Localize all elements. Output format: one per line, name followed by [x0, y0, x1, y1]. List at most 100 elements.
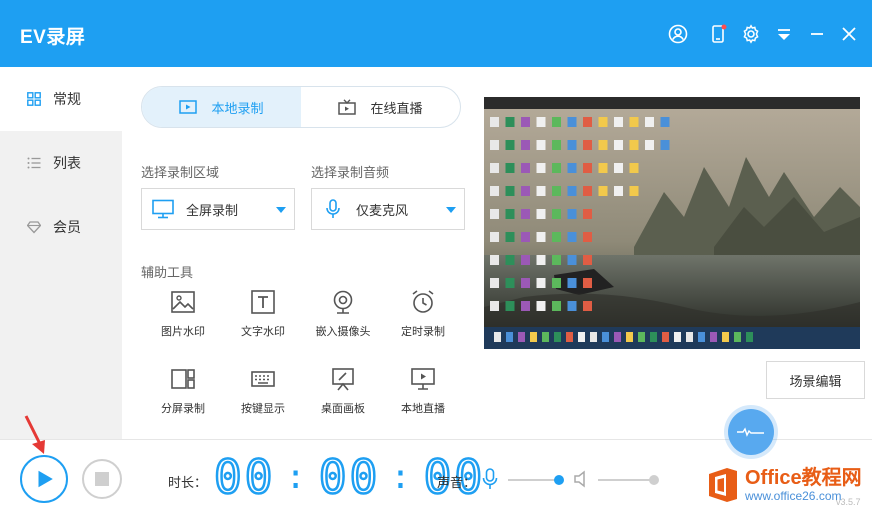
tool-label: 定时录制: [401, 326, 445, 338]
diamond-icon: [27, 221, 41, 234]
desktop-icon-thumb: [583, 255, 592, 265]
watermark-title: Office教程网: [745, 467, 862, 489]
office-logo-icon: [707, 467, 739, 503]
sidebar-item-list[interactable]: 列表: [0, 131, 122, 195]
sidebar-item-label: 常规: [53, 91, 81, 107]
desktop-icon-thumb: [567, 278, 577, 288]
desktop-icon-thumb: [536, 255, 546, 265]
desktop-icon-thumb: [505, 278, 515, 288]
scene-edit-button[interactable]: 场景编辑: [766, 361, 865, 399]
desktop-icon-thumb: [490, 209, 499, 219]
timer-minutes: 00: [318, 450, 381, 504]
close-icon[interactable]: [837, 22, 861, 46]
sidebar-item-label: 列表: [53, 155, 81, 171]
desktop-icon-thumb: [490, 278, 499, 288]
version-label: v3.5.7: [836, 497, 861, 507]
sidebar-item-general[interactable]: 常规: [0, 67, 122, 131]
record-audio-select[interactable]: 仅麦克风: [311, 188, 465, 230]
desktop-icon-thumb: [583, 278, 592, 288]
desktop-icon-thumb: [536, 301, 546, 311]
minimize-icon[interactable]: [805, 22, 829, 46]
timer-separator: :: [285, 457, 309, 497]
taskbar-icon-thumb: [578, 332, 585, 342]
tool-embed-webcam[interactable]: 嵌入摄像头: [303, 289, 383, 345]
desktop-icon-thumb: [567, 209, 577, 219]
play-icon: [38, 470, 53, 488]
keyboard-icon: [251, 371, 275, 387]
floating-ball-button[interactable]: [728, 409, 774, 455]
chevron-down-icon: [276, 207, 286, 213]
speaker-volume-knob[interactable]: [649, 475, 659, 485]
taskbar-icon-thumb: [566, 332, 573, 342]
red-arrow-annotation-icon: [24, 415, 45, 454]
desktop-icon-thumb: [552, 117, 561, 127]
tool-label: 图片水印: [161, 326, 205, 338]
desktop-icon-thumb: [505, 232, 515, 242]
desktop-icon-thumb: [598, 117, 608, 127]
microphone-icon[interactable]: [481, 468, 499, 490]
record-screen-icon: [179, 100, 198, 114]
user-account-icon[interactable]: [666, 22, 690, 46]
sidebar-item-vip[interactable]: 会员: [0, 195, 122, 259]
record-area-select[interactable]: 全屏录制: [141, 188, 295, 230]
mic-volume-slider[interactable]: [508, 475, 565, 485]
text-icon: [251, 290, 275, 314]
desktop-icon-thumb: [583, 209, 592, 219]
desktop-icon-thumb: [521, 232, 530, 242]
taskbar-icon-thumb: [686, 332, 693, 342]
timer-hours: 00: [213, 450, 276, 504]
webcam-icon: [333, 290, 353, 314]
desktop-icon-thumb: [536, 163, 546, 173]
desktop-icon-thumb: [505, 140, 515, 150]
timer-separator: :: [390, 457, 414, 497]
taskbar-icon-thumb: [530, 332, 537, 342]
settings-gear-icon[interactable]: [739, 22, 763, 46]
desktop-icon-thumb: [505, 163, 515, 173]
sidebar-item-label: 会员: [53, 219, 81, 235]
taskbar-icon-thumb: [722, 332, 729, 342]
desktop-icon-thumb: [552, 209, 561, 219]
start-record-button[interactable]: [20, 455, 68, 503]
tool-desktop-drawing-board[interactable]: 桌面画板: [303, 366, 383, 422]
desktop-icon-thumb: [490, 255, 499, 265]
speaker-volume-slider[interactable]: [598, 475, 659, 485]
record-audio-label: 选择录制音频: [311, 165, 390, 180]
tool-key-display[interactable]: 按键显示: [223, 366, 303, 422]
desktop-icon-thumb: [490, 163, 499, 173]
speaker-icon[interactable]: [573, 470, 591, 488]
taskbar-icon-thumb: [590, 332, 597, 342]
list-icon: [27, 157, 41, 169]
desktop-icon-thumb: [521, 278, 530, 288]
taskbar-icon-thumb: [710, 332, 717, 342]
tool-local-live[interactable]: 本地直播: [383, 366, 463, 422]
tool-image-watermark[interactable]: 图片水印: [143, 289, 223, 345]
desktop-icon-thumb: [490, 301, 499, 311]
title-bar: EV录屏: [0, 0, 872, 67]
taskbar-icon-thumb: [638, 332, 645, 342]
tab-label: 本地录制: [211, 100, 264, 116]
tool-label: 桌面画板: [321, 403, 365, 415]
stop-icon: [95, 472, 109, 486]
taskbar-icon-thumb: [674, 332, 681, 342]
desktop-icon-thumb: [521, 140, 530, 150]
tool-split-screen[interactable]: 分屏录制: [143, 366, 223, 422]
stop-record-button[interactable]: [82, 459, 122, 499]
desktop-icon-thumb: [536, 117, 546, 127]
desktop-icon-thumb: [567, 301, 577, 311]
mobile-phone-icon[interactable]: [706, 22, 730, 46]
tab-online-live[interactable]: 在线直播: [301, 87, 460, 127]
tool-scheduled-record[interactable]: 定时录制: [383, 289, 463, 345]
tool-label: 分屏录制: [161, 403, 205, 415]
desktop-icon-thumb: [660, 140, 670, 150]
dropdown-menu-icon[interactable]: [772, 22, 796, 46]
desktop-icon-thumb: [583, 232, 592, 242]
desktop-icon-thumb: [536, 140, 546, 150]
image-icon: [171, 291, 195, 313]
desktop-icon-thumb: [505, 255, 515, 265]
desktop-icon-thumb: [505, 117, 515, 127]
sidebar: 常规 列表 会员: [0, 67, 122, 439]
desktop-icon-thumb: [629, 163, 639, 173]
tab-local-record[interactable]: 本地录制: [142, 87, 301, 127]
tool-text-watermark[interactable]: 文字水印: [223, 289, 303, 345]
mic-volume-knob[interactable]: [554, 475, 565, 485]
